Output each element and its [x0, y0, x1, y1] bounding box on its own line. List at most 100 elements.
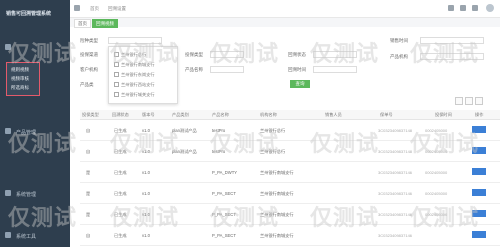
cell-version: v1.0 — [142, 128, 150, 133]
cell-status: 已生成 — [114, 191, 127, 196]
sidebar-popup-menu: 规则视频 视频审核 所选商标 — [6, 62, 40, 96]
label-type: 险种类型 — [80, 38, 98, 43]
action-button[interactable] — [472, 189, 486, 196]
cell-account: 0002405000 — [425, 170, 448, 175]
cell-version: v1.0 — [142, 170, 150, 175]
popup-item-1[interactable]: 规则视频 — [11, 67, 29, 73]
cell-org: 兰州银行总行 — [260, 149, 286, 154]
label-sale-time: 销售时间 — [390, 38, 408, 43]
cell-policy: 3C0323409837146 — [378, 233, 413, 238]
columns-icon[interactable] — [465, 97, 473, 105]
cell-name: testPro — [212, 128, 226, 133]
tool-icon — [5, 232, 11, 238]
cell-policy: 3C0323409837146 — [378, 212, 413, 217]
time-input[interactable] — [313, 66, 357, 73]
type-input[interactable] — [108, 37, 162, 44]
dropdown-item-label: 兰州银行城关支行 — [121, 92, 155, 97]
action-button[interactable] — [472, 210, 486, 217]
cell-name: P_PA_DWTY — [212, 170, 238, 175]
breadcrumb-home[interactable]: 首页 — [90, 6, 99, 12]
tab-home[interactable]: 首页 — [74, 19, 91, 28]
sidebar-item-system[interactable]: 系统管理 — [16, 191, 36, 198]
refresh-icon[interactable] — [455, 97, 463, 105]
label-product-name: 产品名称 — [185, 67, 203, 72]
dropdown-item-label: 兰州银行南城支行 — [121, 62, 155, 67]
cell-version: v1.0 — [142, 149, 150, 154]
dropdown-item[interactable]: 兰州银行南城支行 — [114, 62, 155, 68]
dropdown-item[interactable]: 兰州银行东岗支行 — [114, 72, 155, 78]
action-button[interactable] — [472, 126, 486, 133]
table-row[interactable]: 是 已生成 v1.0 P_PA_DWTY 兰州银行南城支行 3C03234098… — [80, 162, 500, 183]
dropdown-item-label: 兰州银行东岗支行 — [121, 72, 155, 77]
cell-name: P_PA_SECT — [212, 233, 236, 238]
policy-type-input[interactable] — [210, 51, 244, 58]
label-channel: 投保渠道 — [80, 52, 98, 57]
cell-type: 自 — [86, 128, 91, 133]
cell-version: v1.0 — [142, 191, 150, 196]
cell-name: testPro — [212, 149, 226, 154]
search-icon[interactable] — [448, 5, 454, 11]
cell-org: 兰州银行南城支行 — [260, 191, 294, 196]
table-row[interactable]: 是 已生成 v1.0 P_PA_SECT 兰州银行南城支行 3C03234098… — [80, 183, 500, 204]
export-icon[interactable] — [475, 97, 483, 105]
fullscreen-icon[interactable] — [472, 5, 478, 11]
dropdown-item[interactable]: 兰州银行西站支行 — [114, 82, 155, 88]
product-org-input[interactable] — [420, 53, 484, 60]
col-header: 机构名称 — [260, 112, 277, 117]
sidebar-item-product[interactable]: 产品管理 — [16, 129, 36, 136]
table-row[interactable]: 自 已生成 v1.0 plan测试产品 testPro 兰州银行总行 3C032… — [80, 141, 500, 162]
menu-toggle-icon[interactable] — [74, 5, 80, 11]
cell-type: 自 — [86, 233, 91, 238]
status-input[interactable] — [313, 51, 357, 58]
cell-policy: 3C0323409837148 — [378, 149, 413, 154]
table-row[interactable]: 自 已生成 v1.0 P_PA_SECT 兰州银行南城支行 3C03234098… — [80, 225, 500, 246]
search-button[interactable]: 查询 — [290, 80, 310, 88]
tab-video[interactable]: 回溯视频 — [92, 19, 118, 28]
cell-org: 兰州银行南城支行 — [260, 170, 294, 175]
bell-icon[interactable] — [460, 5, 466, 11]
action-button[interactable] — [472, 147, 486, 154]
cell-policy: 3C0323409837146 — [378, 170, 413, 175]
cell-status: 已生成 — [114, 149, 127, 154]
cell-name: P_PA_SECT — [212, 191, 236, 196]
checkbox[interactable] — [114, 82, 119, 88]
product-name-input[interactable] — [210, 66, 244, 73]
action-button[interactable] — [472, 168, 486, 175]
sidebar-item-tools[interactable]: 系统工具 — [16, 233, 36, 240]
col-header: 回溯状态 — [112, 112, 129, 117]
popup-item-3[interactable]: 所选商标 — [11, 85, 29, 91]
cell-policy: 3C0323409837148 — [378, 128, 413, 133]
cell-status: 已生成 — [114, 170, 127, 175]
table-header: 投保类型 回溯状态 版本号 产品类别 产品名称 机构名称 销售人员 保单号 投保… — [80, 110, 500, 120]
cell-account: 0002405000 — [425, 149, 448, 154]
popup-item-2[interactable]: 视频审核 — [11, 76, 29, 82]
action-button[interactable] — [472, 231, 486, 238]
checkbox[interactable] — [114, 62, 119, 68]
col-header: 投保时间 — [435, 112, 452, 117]
dropdown-item[interactable]: 兰州银行总行 — [114, 52, 146, 58]
tab-bar: 首页 回溯视频 — [70, 18, 500, 28]
table-row[interactable]: 是 已生成 v1.0 P_PA_SECT 兰州银行南城支行 3C03234098… — [80, 204, 500, 225]
table-row[interactable]: 自 已生成 v1.0 plan测试产品 testPro 兰州银行总行 3C032… — [80, 120, 500, 141]
menu-icon[interactable] — [5, 44, 11, 50]
cell-status: 已生成 — [114, 233, 127, 238]
cell-org: 兰州银行南城支行 — [260, 212, 294, 217]
sale-time-input[interactable] — [420, 37, 484, 44]
checkbox[interactable] — [114, 92, 119, 98]
col-header: 投保类型 — [82, 112, 99, 117]
checkbox[interactable] — [114, 72, 119, 78]
checkbox[interactable] — [114, 52, 119, 58]
dropdown-item[interactable]: 兰州银行城关支行 — [114, 92, 155, 98]
cell-account: 0002405000 — [425, 191, 448, 196]
cell-org: 兰州银行南城支行 — [260, 233, 294, 238]
cell-version: v1.0 — [142, 212, 150, 217]
label-product-class: 产品类 — [80, 82, 94, 87]
dropdown-item-label: 兰州银行总行 — [121, 52, 147, 57]
sidebar: 销售可回溯管理系统 规则视频 视频审核 所选商标 产品管理 系统管理 系统工具 — [0, 0, 70, 247]
box-icon — [5, 128, 11, 134]
col-header: 保单号 — [380, 112, 393, 117]
cell-org: 兰州银行总行 — [260, 128, 286, 133]
label-policy-type: 投保类型 — [185, 52, 203, 57]
cell-category: plan测试产品 — [172, 128, 197, 133]
avatar[interactable] — [486, 4, 494, 12]
